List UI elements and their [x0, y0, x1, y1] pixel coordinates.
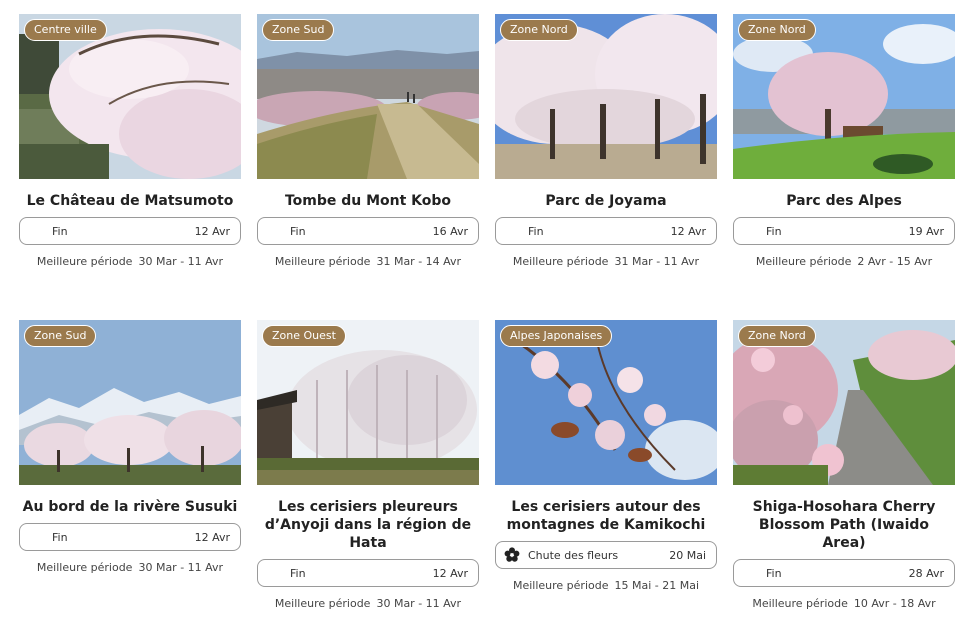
best-period-value: 10 Avr - 18 Avr	[853, 597, 936, 610]
spot-card[interactable]: Zone Nord Parc de Joyama Fin 12 Avr Meil…	[495, 14, 717, 268]
best-period-value: 30 Mar - 11 Avr	[376, 597, 462, 610]
spot-title[interactable]: Les cerisiers pleureurs d’Anyoji dans la…	[257, 498, 479, 552]
best-period: Meilleure période 30 Mar - 11 Avr	[19, 255, 241, 268]
bloom-status-box: Fin 19 Avr	[733, 217, 955, 245]
bloom-status-label: Fin	[766, 567, 782, 580]
spot-card[interactable]: Zone Sud Tombe du Mont Kobo Fin 16 Avr M…	[257, 14, 479, 268]
spot-photo[interactable]: Zone Nord	[495, 14, 717, 179]
spot-photo[interactable]: Zone Nord	[733, 320, 955, 485]
spot-card[interactable]: Zone Ouest Les cerisiers pleureurs d’Any…	[257, 320, 479, 610]
best-period-value: 15 Mai - 21 Mai	[614, 579, 700, 592]
bloom-status-date: 19 Avr	[908, 225, 944, 238]
best-period-label: Meilleure période	[755, 255, 852, 268]
best-period-label: Meilleure période	[36, 255, 133, 268]
zone-badge: Zone Nord	[738, 19, 816, 41]
best-period: Meilleure période 31 Mar - 14 Avr	[257, 255, 479, 268]
bloom-status-box: Fin 16 Avr	[257, 217, 479, 245]
bloom-status-box: Fin 28 Avr	[733, 559, 955, 587]
spot-photo[interactable]: Zone Sud	[257, 14, 479, 179]
bloom-status-label: Fin	[290, 567, 306, 580]
bloom-status-label: Fin	[290, 225, 306, 238]
bloom-status-label: Chute des fleurs	[528, 549, 619, 562]
bloom-status-box: Chute des fleurs 20 Mai	[495, 541, 717, 569]
best-period: Meilleure période 30 Mar - 11 Avr	[257, 597, 479, 610]
zone-badge: Zone Sud	[262, 19, 335, 41]
spot-card[interactable]: Zone Nord Shiga-Hosohara Cherry Blossom …	[733, 320, 955, 610]
spot-card[interactable]: Zone Sud Au bord de la rivère Susuki Fin…	[19, 320, 241, 574]
spot-grid: Centre ville Le Château de Matsumoto Fin…	[0, 0, 975, 638]
spot-title[interactable]: Le Château de Matsumoto	[19, 192, 241, 210]
zone-badge: Centre ville	[24, 19, 107, 41]
zone-badge: Zone Nord	[500, 19, 578, 41]
best-period-label: Meilleure période	[512, 579, 609, 592]
best-period-label: Meilleure période	[274, 255, 371, 268]
zone-badge: Alpes Japonaises	[500, 325, 613, 347]
spot-title[interactable]: Shiga-Hosohara Cherry Blossom Path (Iwai…	[733, 498, 955, 552]
best-period: Meilleure période 31 Mar - 11 Avr	[495, 255, 717, 268]
bloom-status-date: 16 Avr	[432, 225, 468, 238]
spot-title[interactable]: Parc de Joyama	[495, 192, 717, 210]
falling-petals-icon	[504, 547, 520, 562]
spot-title[interactable]: Parc des Alpes	[733, 192, 955, 210]
spot-card[interactable]: Centre ville Le Château de Matsumoto Fin…	[19, 14, 241, 268]
bloom-status-date: 12 Avr	[670, 225, 706, 238]
spot-title[interactable]: Tombe du Mont Kobo	[257, 192, 479, 210]
bloom-status-date: 28 Avr	[908, 567, 944, 580]
best-period-label: Meilleure période	[274, 597, 371, 610]
spot-photo[interactable]: Zone Nord	[733, 14, 955, 179]
bloom-status-label: Fin	[52, 225, 68, 238]
best-period-label: Meilleure période	[36, 561, 133, 574]
bloom-status-date: 12 Avr	[432, 567, 468, 580]
best-period-label: Meilleure période	[752, 597, 848, 610]
spot-title[interactable]: Les cerisiers autour des montagnes de Ka…	[495, 498, 717, 534]
best-period-value: 30 Mar - 11 Avr	[138, 561, 224, 574]
spot-photo[interactable]: Zone Ouest	[257, 320, 479, 485]
bloom-status-date: 12 Avr	[194, 531, 230, 544]
zone-badge: Zone Sud	[24, 325, 97, 347]
best-period: Meilleure période 30 Mar - 11 Avr	[19, 561, 241, 574]
bloom-status-date: 12 Avr	[194, 225, 230, 238]
best-period: Meilleure période 10 Avr - 18 Avr	[733, 597, 955, 610]
spot-photo[interactable]: Zone Sud	[19, 320, 241, 485]
spot-photo[interactable]: Centre ville	[19, 14, 241, 179]
best-period-label: Meilleure période	[512, 255, 609, 268]
best-period-value: 31 Mar - 14 Avr	[376, 255, 462, 268]
best-period: Meilleure période 2 Avr - 15 Avr	[733, 255, 955, 268]
spot-photo[interactable]: Alpes Japonaises	[495, 320, 717, 485]
bloom-status-label: Fin	[528, 225, 544, 238]
bloom-status-box: Fin 12 Avr	[19, 217, 241, 245]
bloom-status-box: Fin 12 Avr	[495, 217, 717, 245]
zone-badge: Zone Nord	[738, 325, 816, 347]
spot-card[interactable]: Zone Nord Parc des Alpes Fin 19 Avr Meil…	[733, 14, 955, 268]
bloom-status-label: Fin	[52, 531, 68, 544]
best-period-value: 31 Mar - 11 Avr	[614, 255, 700, 268]
spot-title[interactable]: Au bord de la rivère Susuki	[19, 498, 241, 516]
bloom-status-date: 20 Mai	[669, 549, 706, 562]
spot-card[interactable]: Alpes Japonaises Les cerisiers autour de…	[495, 320, 717, 592]
bloom-status-box: Fin 12 Avr	[257, 559, 479, 587]
bloom-status-box: Fin 12 Avr	[19, 523, 241, 551]
zone-badge: Zone Ouest	[262, 325, 346, 347]
best-period-value: 30 Mar - 11 Avr	[138, 255, 224, 268]
best-period-value: 2 Avr - 15 Avr	[857, 255, 933, 268]
bloom-status-label: Fin	[766, 225, 782, 238]
best-period: Meilleure période 15 Mai - 21 Mai	[495, 579, 717, 592]
